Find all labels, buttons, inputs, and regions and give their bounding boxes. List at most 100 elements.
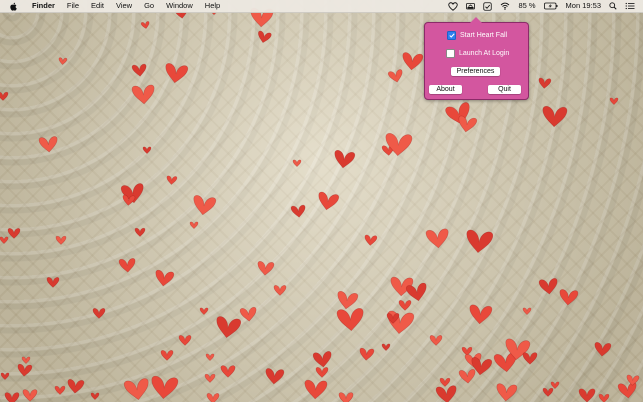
heart-icon	[161, 350, 173, 360]
heart-icon	[465, 230, 493, 254]
heart-icon	[339, 393, 353, 402]
heart-icon	[265, 368, 284, 385]
menu-window[interactable]: Window	[160, 0, 199, 12]
wifi-icon[interactable]	[500, 0, 510, 12]
menu-app-finder[interactable]: Finder	[26, 0, 61, 12]
heart-icon	[539, 278, 559, 295]
heart-icon	[336, 291, 358, 310]
heart-icon	[364, 235, 377, 246]
start-heart-fall-row[interactable]: Start Heart Fall	[447, 31, 507, 40]
heart-icon	[388, 69, 404, 83]
heart-icon	[179, 335, 191, 345]
heart-icon	[1, 373, 9, 380]
heart-icon[interactable]	[448, 0, 459, 12]
heart-icon	[23, 390, 37, 402]
heart-icon	[143, 147, 151, 154]
heart-icon	[594, 342, 611, 357]
heart-icon	[22, 357, 30, 364]
heart-icon	[93, 308, 105, 318]
heart-icon	[551, 382, 559, 389]
menu-edit[interactable]: Edit	[85, 0, 110, 12]
heart-icon	[542, 106, 567, 127]
notification-list-icon[interactable]	[625, 0, 635, 12]
cloud-drive-icon[interactable]	[466, 0, 476, 12]
heart-icon	[538, 78, 551, 89]
heart-icon	[154, 270, 174, 287]
heart-icon	[523, 353, 537, 365]
menu-file[interactable]: File	[61, 0, 85, 12]
heart-icon	[313, 351, 333, 368]
heart-icon	[164, 63, 188, 84]
heart-icon	[626, 375, 639, 386]
heart-fall-popover: Start Heart Fall Launch At Login Prefere…	[424, 17, 529, 100]
heart-icon	[58, 58, 67, 65]
heart-icon	[0, 237, 8, 244]
launch-at-login-label: Launch At Login	[459, 50, 510, 57]
start-heart-fall-label: Start Heart Fall	[460, 32, 508, 39]
heart-icon	[47, 277, 59, 287]
menu-bar: Finder File Edit View Go Window Help 85 …	[0, 0, 643, 13]
heart-icon	[559, 289, 578, 306]
preferences-button[interactable]: Preferences	[451, 67, 500, 76]
heart-icon	[523, 308, 531, 315]
quit-button[interactable]: Quit	[488, 85, 521, 94]
heart-icon	[205, 374, 215, 382]
menu-go[interactable]: Go	[138, 0, 160, 12]
heart-icon	[257, 31, 272, 44]
heart-icon	[426, 229, 450, 249]
apple-logo-icon[interactable]	[10, 2, 18, 11]
heart-icon	[316, 192, 339, 212]
heart-icon	[440, 378, 450, 386]
heart-icon	[0, 92, 8, 100]
heart-icon	[304, 380, 327, 400]
heart-icon	[8, 228, 20, 238]
heart-icon	[291, 205, 306, 218]
heart-icon	[359, 348, 374, 361]
heart-icon	[469, 305, 493, 325]
heart-icon	[430, 335, 442, 345]
menubar-clock[interactable]: Mon 19:53	[566, 0, 601, 12]
heart-icon	[39, 136, 58, 153]
heart-icon	[459, 369, 476, 384]
heart-icon	[274, 285, 286, 295]
spotlight-search-icon[interactable]	[609, 0, 617, 12]
heart-icon	[337, 308, 365, 331]
heart-icon	[316, 367, 328, 377]
heart-icon	[55, 386, 65, 394]
heart-icon	[599, 394, 609, 402]
start-heart-fall-checkbox[interactable]	[447, 31, 456, 40]
heart-icon	[240, 307, 257, 322]
heart-icon	[67, 379, 84, 394]
heart-icon	[579, 389, 595, 402]
heart-icon	[190, 222, 198, 229]
heart-icon	[406, 283, 429, 303]
heart-icon	[56, 236, 66, 244]
heart-icon	[17, 364, 32, 377]
checkmark-icon	[448, 33, 455, 38]
checkmark-box-icon[interactable]	[483, 0, 493, 12]
heart-icon	[5, 393, 19, 402]
heart-icon	[166, 176, 177, 185]
heart-icon	[150, 376, 178, 400]
launch-at-login-checkbox[interactable]	[446, 49, 455, 58]
about-button[interactable]: About	[429, 85, 462, 94]
battery-charging-icon[interactable]	[543, 0, 558, 12]
menu-help[interactable]: Help	[199, 0, 226, 12]
heart-icon	[91, 393, 99, 400]
heart-icon	[135, 228, 145, 236]
heart-icon	[124, 378, 151, 401]
heart-icon	[132, 64, 147, 77]
heart-icon	[457, 116, 477, 134]
heart-icon	[207, 393, 219, 402]
heart-icon	[618, 382, 638, 399]
heart-icon	[293, 160, 301, 167]
launch-at-login-row[interactable]: Launch At Login	[446, 49, 509, 58]
heart-icon	[436, 385, 458, 402]
heart-icon	[610, 98, 618, 105]
menu-view[interactable]: View	[110, 0, 138, 12]
heart-icon	[200, 308, 208, 315]
heart-icon	[382, 344, 390, 351]
heart-icon	[215, 316, 242, 339]
heart-icon	[141, 21, 150, 29]
heart-icon	[221, 366, 235, 378]
